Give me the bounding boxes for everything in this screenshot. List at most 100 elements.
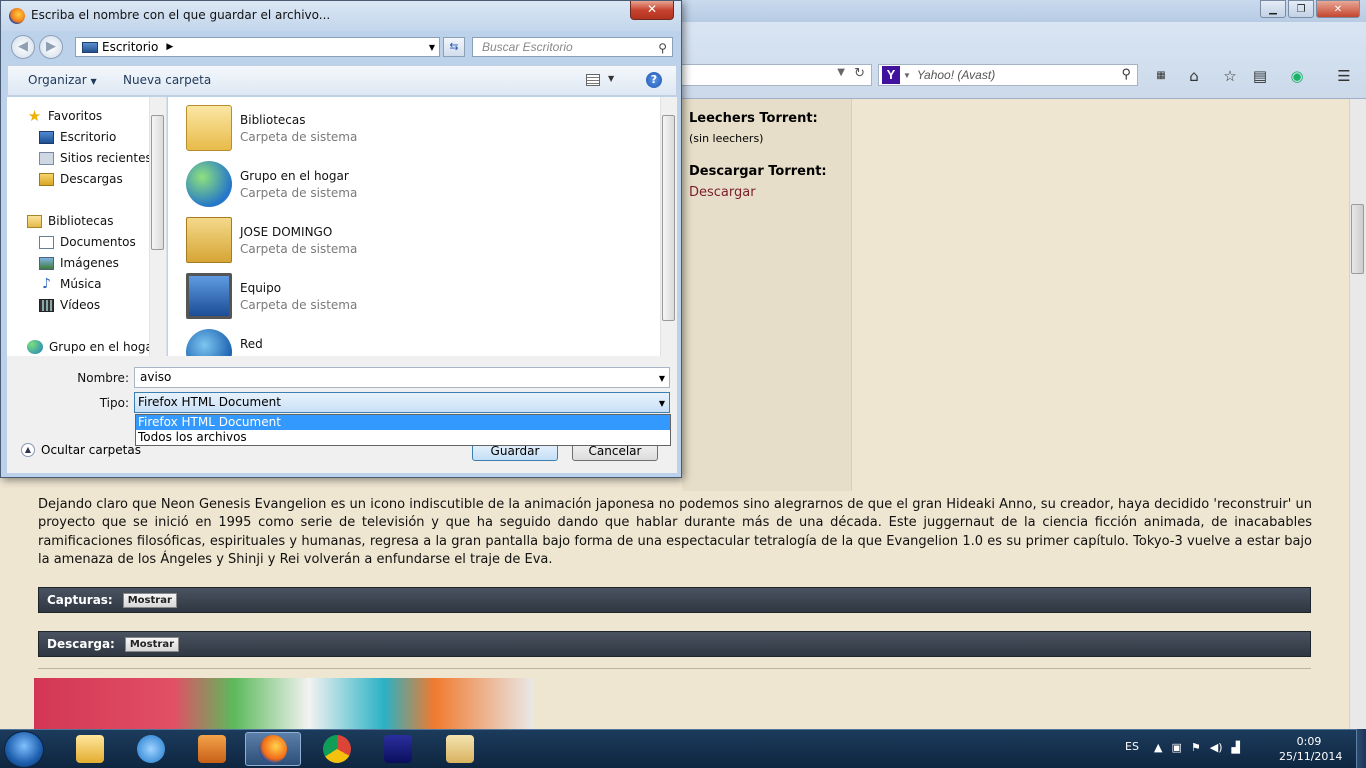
hide-folders-label: Ocultar carpetas: [41, 443, 141, 457]
nav-libraries[interactable]: Bibliotecas: [27, 212, 113, 230]
page-scrollbar-thumb[interactable]: [1351, 204, 1364, 274]
home-icon[interactable]: ⌂: [1183, 66, 1205, 86]
nav-scrollbar-thumb[interactable]: [151, 115, 164, 250]
nav-downloads[interactable]: Descargas: [39, 170, 123, 188]
leechers-label: Leechers Torrent:: [689, 111, 818, 126]
download-torrent-link[interactable]: Descargar: [689, 185, 756, 200]
filetype-option[interactable]: Todos los archivos: [136, 430, 670, 445]
search-icon[interactable]: ⚲: [1121, 66, 1131, 82]
addon-icon[interactable]: ▦: [1150, 66, 1172, 86]
dialog-title: Escriba el nombre con el que guardar el …: [31, 8, 331, 22]
organize-label: Organizar: [28, 73, 87, 87]
nav-recent[interactable]: Sitios recientes: [39, 149, 152, 167]
list-item[interactable]: Equipo Carpeta de sistema: [186, 269, 586, 325]
file-type: Carpeta de sistema: [240, 130, 358, 144]
list-item[interactable]: Bibliotecas Carpeta de sistema: [186, 101, 586, 157]
show-download-button[interactable]: Mostrar: [124, 636, 180, 652]
maximize-button[interactable]: ❐: [1288, 0, 1314, 18]
show-desktop-button[interactable]: [1356, 729, 1366, 768]
list-item[interactable]: JOSE DOMINGO Carpeta de sistema: [186, 213, 586, 269]
dialog-search-input[interactable]: Buscar Escritorio ⚲: [472, 37, 673, 57]
firefox-icon: [259, 735, 287, 763]
taskbar-explorer[interactable]: [62, 732, 118, 766]
nav-label: Vídeos: [60, 298, 101, 312]
page-scrollbar[interactable]: [1349, 99, 1366, 729]
filetype-dropdown-list: Firefox HTML Document Todos los archivos: [135, 414, 671, 446]
search-engine-dropdown-icon[interactable]: ▼: [903, 71, 911, 80]
file-name: JOSE DOMINGO: [240, 225, 333, 239]
homegroup-icon: [27, 340, 43, 354]
taskbar-chrome[interactable]: [309, 732, 365, 766]
device-icon[interactable]: ▣: [1171, 741, 1181, 754]
music-icon: ♪: [42, 275, 51, 292]
language-indicator[interactable]: ES: [1125, 740, 1139, 753]
nav-documents[interactable]: Documentos: [39, 233, 136, 251]
organize-button[interactable]: Organizar ▼: [28, 73, 97, 87]
search-icon[interactable]: ⚲: [658, 39, 667, 57]
nav-favorites[interactable]: ★ Favoritos: [27, 107, 102, 125]
downloads-icon: [39, 172, 54, 186]
volume-icon[interactable]: ◀): [1210, 741, 1223, 754]
filename-value: aviso: [140, 370, 172, 384]
browser-search-box[interactable]: Y ▼ Yahoo! (Avast) ⚲: [878, 64, 1138, 86]
dialog-close-button[interactable]: ✕: [630, 1, 674, 20]
browser-window-controls: ▁ ❐ ✕: [1260, 0, 1360, 20]
action-center-icon[interactable]: ⚑: [1191, 741, 1201, 754]
address-bar[interactable]: Escritorio ▶ ▼: [75, 37, 440, 57]
navigation-pane: ★ Favoritos Escritorio Sitios recientes D…: [7, 97, 167, 356]
filename-dropdown-icon[interactable]: ▼: [659, 369, 665, 388]
bookmark-star-icon[interactable]: ☆: [1219, 66, 1241, 86]
filetype-select[interactable]: Firefox HTML Document ▼: [134, 392, 670, 413]
nav-label: Documentos: [60, 235, 136, 249]
file-name: Bibliotecas: [240, 113, 306, 127]
hide-folders-toggle[interactable]: ▲ Ocultar carpetas: [21, 443, 141, 457]
forward-button[interactable]: ▶: [39, 35, 63, 59]
network-signal-icon[interactable]: ▟: [1232, 741, 1240, 754]
address-dropdown-icon[interactable]: ▼: [429, 43, 435, 52]
clock-date: 25/11/2014: [1279, 750, 1343, 763]
menu-icon[interactable]: ☰: [1333, 66, 1355, 86]
nav-videos[interactable]: Vídeos: [39, 296, 100, 314]
back-button[interactable]: ◀: [11, 35, 35, 59]
new-folder-button[interactable]: Nueva carpeta: [123, 73, 211, 87]
start-button[interactable]: [4, 731, 44, 768]
nav-music[interactable]: ♪ Música: [39, 275, 101, 293]
filetype-option[interactable]: Firefox HTML Document: [136, 415, 670, 430]
user-folder-icon: [186, 217, 232, 263]
taskbar-paint[interactable]: [432, 732, 488, 766]
filename-input[interactable]: aviso ▼: [134, 367, 670, 388]
url-dropdown-icon[interactable]: ▼: [837, 67, 845, 78]
taskbar-ie[interactable]: [123, 732, 179, 766]
filetype-dropdown-icon[interactable]: ▼: [659, 394, 665, 413]
documents-icon: [39, 235, 54, 249]
view-dropdown-icon[interactable]: ▼: [608, 74, 614, 83]
browser-close-button[interactable]: ✕: [1316, 0, 1360, 18]
clock[interactable]: 0:09 25/11/2014: [1279, 734, 1343, 764]
list-item[interactable]: Grupo en el hogar Carpeta de sistema: [186, 157, 586, 213]
refresh-button[interactable]: ⇆: [443, 37, 465, 57]
taskbar-app[interactable]: [370, 732, 426, 766]
reading-list-icon[interactable]: ▤: [1249, 66, 1271, 86]
show-captures-button[interactable]: Mostrar: [122, 592, 177, 608]
file-name: Red: [240, 337, 263, 351]
show-hidden-icons-icon[interactable]: ▲: [1154, 741, 1162, 754]
file-list: Bibliotecas Carpeta de sistema Grupo en …: [168, 97, 660, 356]
nav-images[interactable]: Imágenes: [39, 254, 119, 272]
minimize-button[interactable]: ▁: [1260, 0, 1286, 18]
internet-explorer-icon: [137, 735, 165, 763]
view-options-icon[interactable]: [586, 74, 600, 86]
folder-icon: [76, 735, 104, 763]
filetype-value: Firefox HTML Document: [138, 395, 281, 409]
nav-desktop[interactable]: Escritorio: [39, 128, 116, 146]
file-scrollbar-thumb[interactable]: [662, 115, 675, 321]
avast-icon[interactable]: ◉: [1286, 66, 1308, 86]
yahoo-icon[interactable]: Y: [882, 66, 900, 84]
list-item[interactable]: Red: [186, 325, 586, 356]
nav-homegroup[interactable]: Grupo en el hogar: [27, 338, 158, 356]
breadcrumb-chevron-icon[interactable]: ▶: [166, 42, 173, 52]
taskbar-media[interactable]: [184, 732, 240, 766]
reload-icon[interactable]: ↻: [854, 66, 865, 81]
help-icon[interactable]: ?: [646, 72, 662, 88]
desktop-icon: [82, 41, 98, 53]
taskbar-firefox[interactable]: [245, 732, 301, 766]
